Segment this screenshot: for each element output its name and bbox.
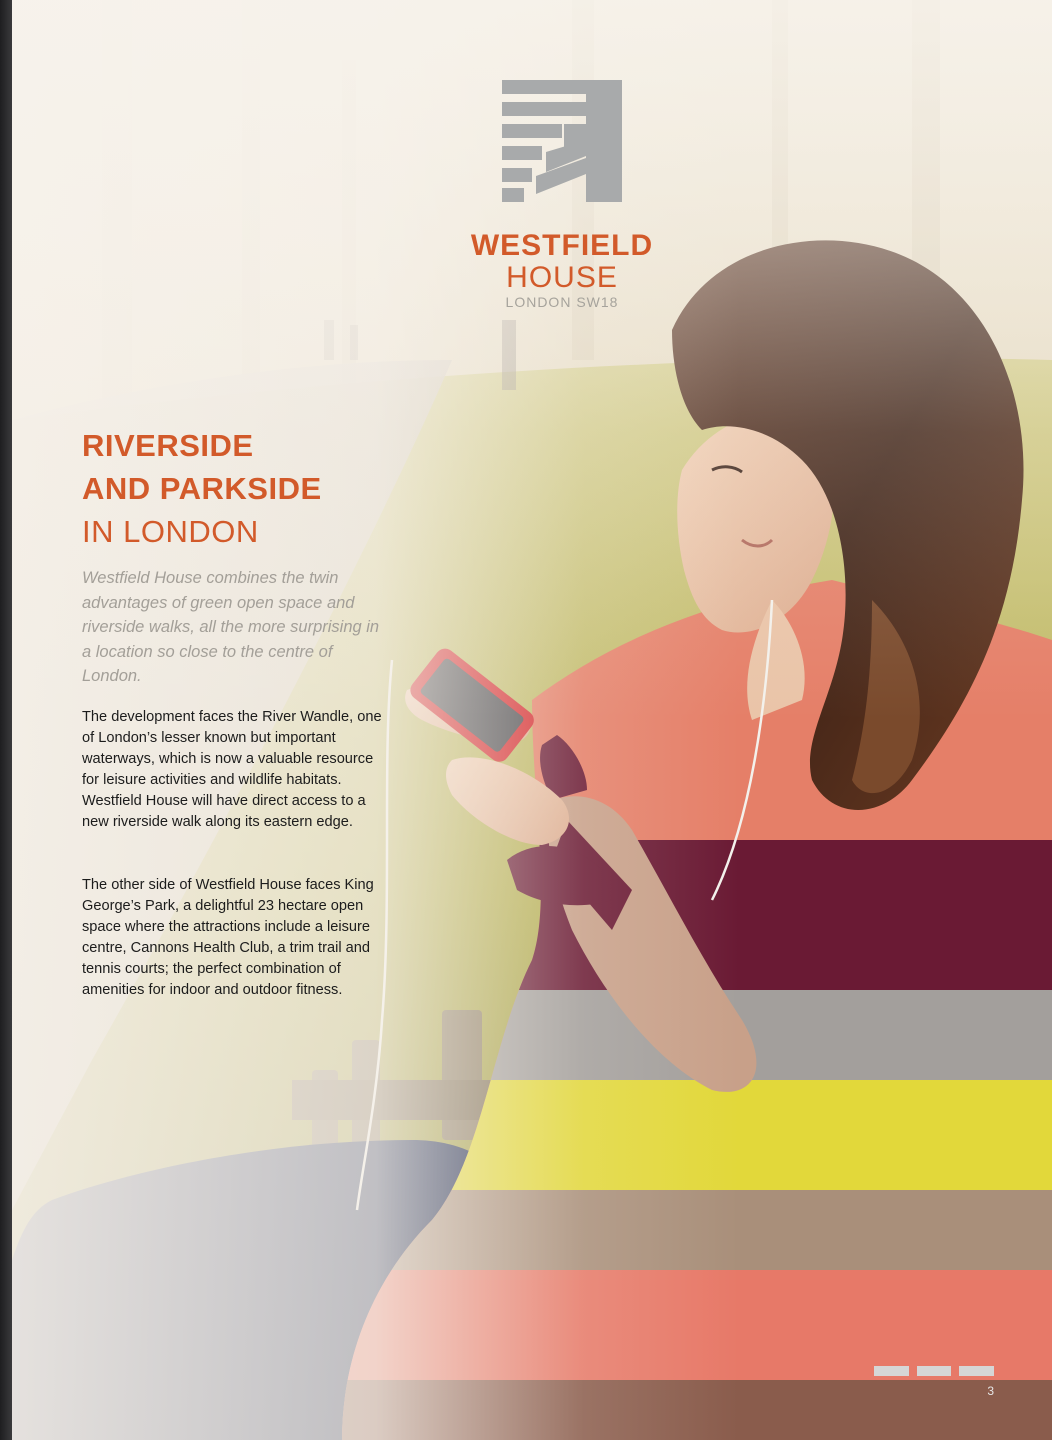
page-number: 3: [987, 1384, 994, 1398]
page-marker-dash: [959, 1366, 995, 1376]
intro-paragraph: Westfield House combines the twin advant…: [82, 569, 380, 685]
page-marker-dash: [874, 1366, 909, 1376]
brand-location: LONDON SW18: [505, 294, 619, 310]
headline-line2: AND PARKSIDE: [82, 471, 322, 506]
headline-line1: RIVERSIDE: [82, 428, 254, 463]
page-headline: RIVERSIDE AND PARKSIDE IN LONDON: [82, 424, 322, 553]
brochure-page: WESTFIELD HOUSE LONDON SW18 RIVERSIDE AN…: [12, 0, 1052, 1440]
body-paragraph: The development faces the River Wandle, …: [82, 709, 382, 830]
body-paragraph: The other side of Westfield House faces …: [82, 877, 374, 998]
page-marker-dashes: [874, 1366, 995, 1376]
brand-name-line1: WESTFIELD: [470, 229, 654, 262]
brand-logo: WESTFIELD HOUSE LONDON SW18: [442, 80, 682, 310]
brand-name-line2: HOUSE: [506, 261, 618, 294]
westfield-logo-mark-icon: [502, 80, 622, 202]
page-marker-dash: [916, 1366, 952, 1376]
headline-line3: IN LONDON: [82, 514, 259, 549]
viewer-left-edge: [0, 0, 12, 1440]
